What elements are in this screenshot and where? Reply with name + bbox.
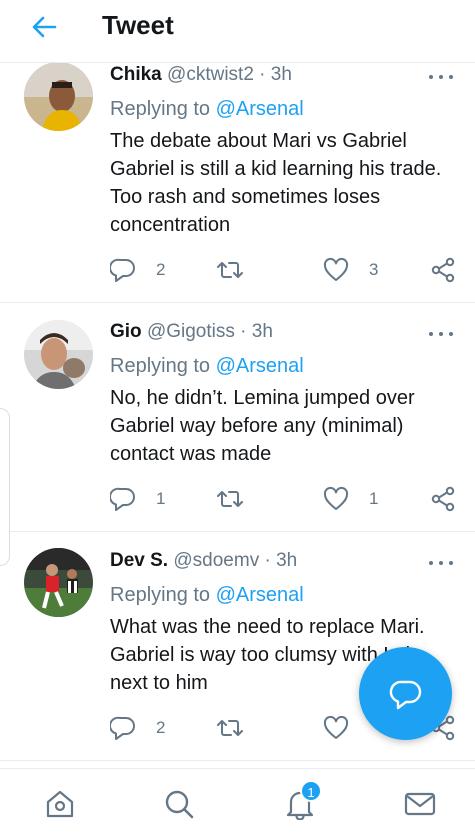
share-icon — [431, 486, 455, 512]
nav-messages[interactable] — [404, 788, 436, 820]
like-button[interactable]: 1 — [323, 484, 378, 514]
like-count: 3 — [369, 260, 379, 279]
tweet-meta: Dev S. @sdoemv · 3h — [110, 550, 297, 572]
compose-reply-button[interactable] — [359, 647, 452, 740]
replying-to-handle[interactable]: @Arsenal — [216, 584, 304, 606]
retweet-icon — [217, 262, 243, 278]
tweet-text: No, he didn’t. Lemina jumped over Gabrie… — [110, 387, 415, 465]
share-button[interactable] — [430, 255, 456, 285]
divider — [0, 302, 475, 303]
tweet-actions: 2 3 — [0, 255, 475, 285]
more-options-button[interactable] — [429, 72, 453, 82]
top-app-bar: Tweet — [0, 0, 475, 63]
reply-button[interactable]: 2 — [110, 713, 165, 743]
like-count: 1 — [369, 489, 379, 508]
user-handle[interactable]: @cktwist2 — [167, 64, 254, 85]
more-horizontal-icon — [429, 561, 433, 565]
reply-button[interactable]: 1 — [110, 484, 165, 514]
retweet-button[interactable] — [217, 713, 263, 743]
avatar[interactable] — [24, 548, 93, 617]
like-button[interactable] — [323, 713, 369, 743]
envelope-icon — [404, 792, 436, 816]
replying-to-label: Replying to — [110, 98, 216, 120]
tweet-actions: 1 1 — [0, 484, 475, 514]
replying-to-label: Replying to — [110, 584, 216, 606]
timestamp: · 3h — [264, 550, 298, 571]
comment-bubble-icon — [110, 258, 135, 282]
share-button[interactable] — [430, 484, 456, 514]
tweet-meta: Chika @cktwist2 · 3h — [110, 64, 292, 86]
retweet-button[interactable] — [217, 255, 263, 285]
nav-home[interactable] — [44, 788, 76, 820]
user-handle[interactable]: @sdoemv — [173, 550, 259, 571]
display-name[interactable]: Dev S. — [110, 550, 168, 571]
reply-count: 1 — [156, 489, 166, 508]
retweet-button[interactable] — [217, 484, 263, 514]
divider — [0, 760, 475, 761]
heart-icon — [323, 486, 349, 510]
more-options-button[interactable] — [429, 329, 453, 339]
comment-bubble-icon — [110, 716, 135, 740]
timestamp: · 3h — [240, 321, 273, 342]
tweet-text: The debate about Mari vs Gabriel Gabriel… — [110, 130, 442, 236]
more-options-button[interactable] — [429, 558, 453, 568]
notification-badge: 1 — [300, 780, 322, 802]
divider — [0, 531, 475, 532]
avatar[interactable] — [24, 320, 93, 389]
replying-to-handle[interactable]: @Arsenal — [216, 98, 304, 120]
replying-to: Replying to @Arsenal — [110, 98, 304, 121]
back-button[interactable] — [30, 13, 58, 41]
tweet-meta: Gio @Gigotiss · 3h — [110, 321, 273, 343]
edge-panel-handle[interactable] — [0, 408, 10, 566]
more-horizontal-icon — [429, 75, 433, 79]
search-icon — [165, 790, 194, 819]
retweet-icon — [217, 491, 243, 507]
retweet-icon — [217, 720, 243, 736]
reply-count: 2 — [156, 260, 166, 279]
arrow-left-icon — [32, 16, 57, 38]
replying-to-handle[interactable]: @Arsenal — [216, 355, 304, 377]
display-name[interactable]: Chika — [110, 64, 162, 85]
bottom-navigation — [0, 768, 475, 834]
home-icon — [46, 790, 74, 818]
like-button[interactable]: 3 — [323, 255, 378, 285]
nav-search[interactable] — [163, 788, 195, 820]
replying-to-label: Replying to — [110, 355, 216, 377]
timestamp: · 3h — [259, 64, 292, 85]
display-name[interactable]: Gio — [110, 321, 142, 342]
more-horizontal-icon — [429, 332, 433, 336]
reply-count: 2 — [156, 718, 166, 737]
user-handle[interactable]: @Gigotiss — [147, 321, 235, 342]
replying-to: Replying to @Arsenal — [110, 584, 304, 607]
reply-button[interactable]: 2 — [110, 255, 165, 285]
compose-reply-icon — [389, 680, 421, 709]
replying-to: Replying to @Arsenal — [110, 355, 304, 378]
avatar[interactable] — [24, 62, 93, 131]
comment-bubble-icon — [110, 487, 135, 511]
share-icon — [431, 257, 455, 283]
page-title: Tweet — [102, 10, 174, 40]
heart-icon — [323, 257, 349, 281]
heart-icon — [323, 715, 349, 739]
